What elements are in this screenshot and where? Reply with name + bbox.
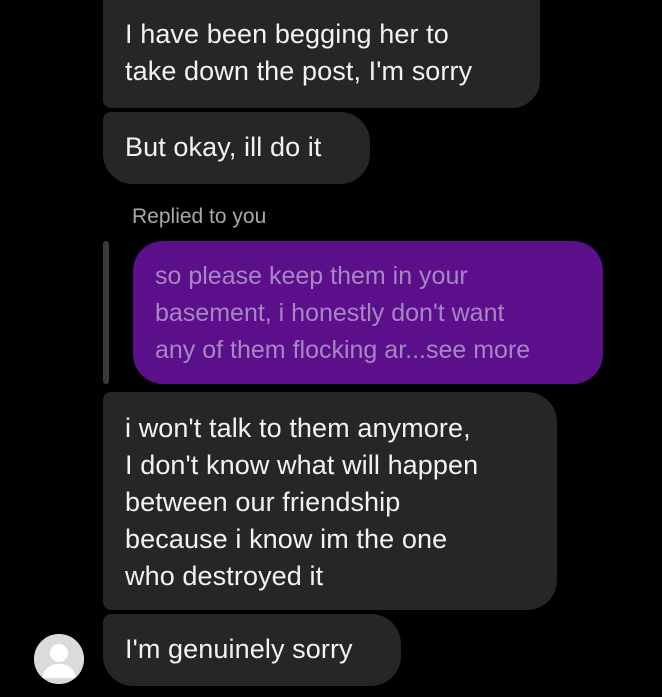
message-text-line: I'm genuinely sorry (125, 634, 353, 664)
message-text-line: who destroyed it (125, 561, 324, 591)
message-text-line: between our friendship (125, 487, 401, 517)
message-text-line: But okay, ill do it (125, 132, 322, 162)
quoted-text-line: any of them flocking ar...see more (155, 336, 531, 364)
message-text-line: I don't know what will happen (125, 450, 479, 480)
message-text-line: i won't talk to them anymore, (125, 413, 471, 443)
message-bubble[interactable]: I have been begging her to take down the… (103, 0, 540, 108)
message-bubble[interactable]: I'm genuinely sorry (103, 614, 401, 686)
message-bubble[interactable]: But okay, ill do it (103, 112, 370, 184)
quoted-text-line: basement, i honestly don't want (155, 299, 505, 327)
quoted-text-line: so please keep them in your (155, 262, 468, 290)
sender-avatar[interactable] (34, 634, 84, 684)
message-text-line: I have been begging her to (125, 19, 449, 49)
replied-to-label: Replied to you (132, 205, 267, 228)
quoted-message[interactable]: so please keep them in your basement, i … (133, 241, 603, 384)
message-text-line: take down the post, I'm sorry (125, 56, 473, 86)
chat-thread: I have been begging her to take down the… (0, 0, 662, 697)
default-user-avatar-icon (34, 634, 84, 684)
message-bubble[interactable]: i won't talk to them anymore, I don't kn… (103, 392, 557, 610)
message-text-line: because i know im the one (125, 524, 448, 554)
reply-indicator-bar (103, 241, 109, 384)
